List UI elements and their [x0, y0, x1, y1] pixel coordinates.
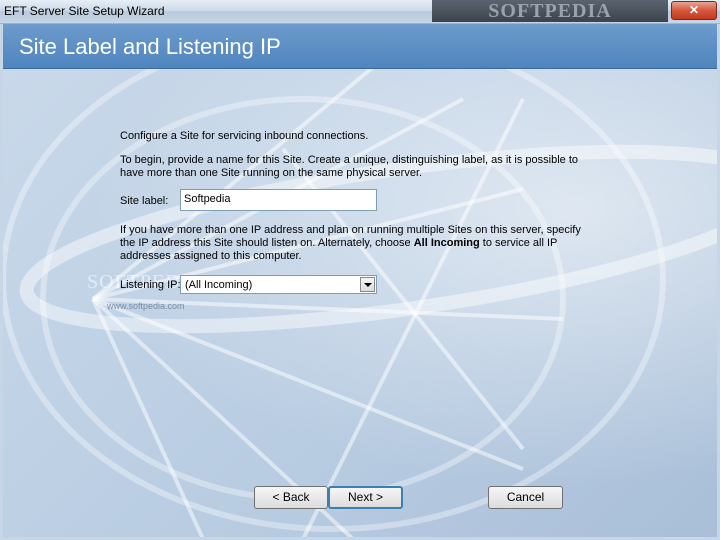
site-label-caption: Site label: — [120, 195, 169, 207]
back-button[interactable]: < Back — [254, 486, 328, 509]
wizard-header: Site Label and Listening IP — [3, 24, 717, 69]
softpedia-watermark-url: www.softpedia.com — [107, 301, 185, 311]
listening-ip-select[interactable]: (All Incoming) — [180, 275, 377, 294]
close-button[interactable]: ✕ — [671, 1, 717, 20]
all-incoming-bold: All Incoming — [413, 237, 480, 249]
site-label-input[interactable]: Softpedia — [180, 189, 377, 211]
ip-help-text: If you have more than one IP address and… — [120, 224, 590, 263]
listening-ip-caption: Listening IP: — [120, 279, 181, 291]
softpedia-watermark-banner: SOFTPEDIA — [432, 0, 668, 22]
window-title: EFT Server Site Setup Wizard — [4, 4, 165, 18]
page-title: Site Label and Listening IP — [19, 34, 281, 59]
listening-ip-value: (All Incoming) — [185, 279, 253, 291]
cancel-button[interactable]: Cancel — [488, 486, 563, 509]
title-bar: EFT Server Site Setup Wizard SOFTPEDIA ✕ — [0, 0, 720, 24]
next-button[interactable]: Next > — [328, 486, 403, 509]
intro-text: Configure a Site for servicing inbound c… — [120, 130, 369, 142]
description-text: To begin, provide a name for this Site. … — [120, 154, 578, 179]
chevron-down-icon[interactable] — [360, 277, 375, 292]
